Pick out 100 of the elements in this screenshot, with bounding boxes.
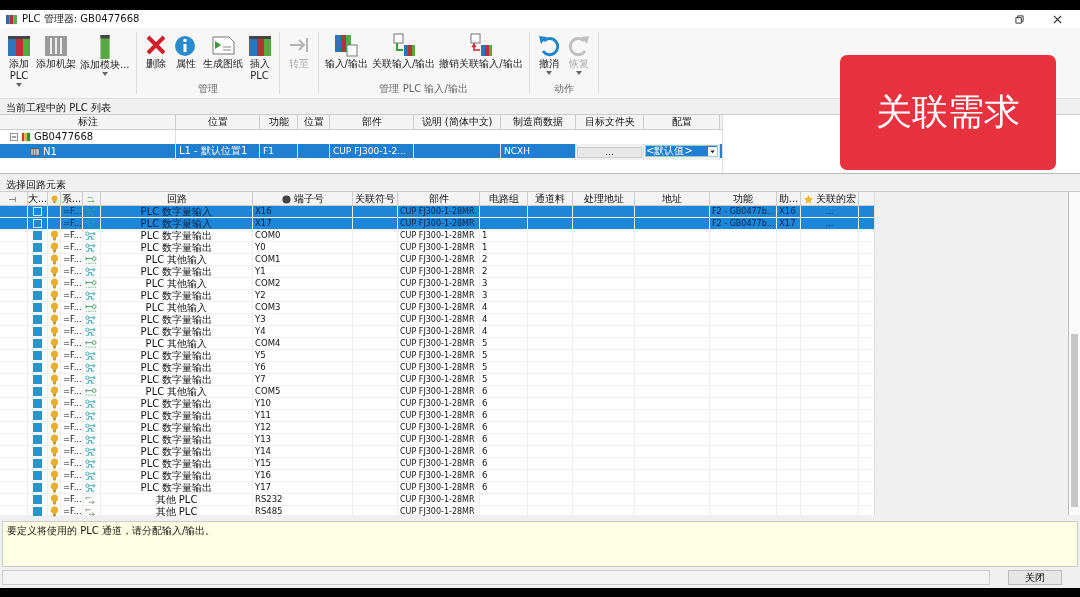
ribbon-button[interactable]: 关联输入/输出	[369, 28, 438, 70]
ribbon-button[interactable]: 插入 PLC	[244, 28, 275, 82]
scrollbar[interactable]	[1068, 192, 1080, 515]
table-cell: 2	[480, 266, 528, 277]
config-dropdown[interactable]: <默认值>	[645, 145, 718, 157]
table-row[interactable]: =F... PLC 数字量输出 COM0 CUP FJ300-1-28MR 1	[0, 230, 874, 242]
table-row[interactable]: =F... PLC 数字量输出 Y7 CUP FJ300-1-28MR 5	[0, 374, 874, 386]
close-button[interactable]: 关闭	[1008, 570, 1062, 585]
table-row[interactable]: =F... 其他 PLC RS232 CUP FJ300-1-28MR	[0, 494, 874, 506]
table-cell: X16	[777, 206, 801, 217]
column-header[interactable]: 部件	[330, 115, 414, 129]
circuit-icon	[85, 278, 98, 289]
plc-row[interactable]: N1 L1 - 默认位置1 F1 CUP FJ300-1-2... NCXH ... <默认值>	[0, 144, 722, 158]
collapse-icon[interactable]	[10, 133, 18, 141]
table-row[interactable]: =F... PLC 数字量输出 Y16 CUP FJ300-1-28MR 6	[0, 470, 874, 482]
bulb-icon	[49, 290, 59, 301]
star-icon	[803, 194, 813, 204]
table-cell: 3	[480, 278, 528, 289]
bulb-icon	[49, 254, 59, 265]
table-cell: =F...	[61, 314, 83, 325]
checkbox-icon	[33, 255, 42, 264]
table-cell: CUP FJ300-1-28MR	[398, 230, 480, 241]
checkbox-icon	[33, 267, 42, 276]
column-header[interactable]: 位置	[298, 115, 330, 129]
table-cell: Y12	[253, 422, 353, 433]
table-cell: =F...	[61, 338, 83, 349]
ribbon-button[interactable]: 撤销关联输入/输出	[437, 28, 525, 70]
restore-icon[interactable]	[1015, 14, 1024, 24]
checkbox-icon	[33, 423, 42, 432]
column-header[interactable]: 标注	[0, 115, 176, 129]
table-cell: 4	[480, 302, 528, 313]
browse-button[interactable]: ...	[577, 147, 642, 158]
caret-icon[interactable]	[708, 146, 717, 156]
ribbon-button[interactable]: 属性	[170, 28, 201, 82]
table-cell: =F...	[61, 302, 83, 313]
table-cell: Y5	[253, 350, 353, 361]
table-row[interactable]: =F... PLC 数字量输出 Y10 CUP FJ300-1-28MR 6	[0, 398, 874, 410]
close-icon[interactable]	[1053, 14, 1062, 24]
table-cell: 5	[480, 338, 528, 349]
checkbox-icon	[33, 411, 42, 420]
table-cell: F2 - GB0477b...	[710, 218, 777, 229]
table-cell: =F...	[61, 494, 83, 505]
circuit-icon	[85, 410, 98, 421]
table-row[interactable]: =F... PLC 数字量输出 Y1 CUP FJ300-1-28MR 2	[0, 266, 874, 278]
group-label: 管理	[197, 82, 218, 96]
column-header[interactable]: 制造商数据	[501, 115, 576, 129]
table-row[interactable]: =F... PLC 其他输入 COM5 CUP FJ300-1-28MR 6	[0, 386, 874, 398]
table-cell: PLC 数字量输出	[101, 398, 253, 409]
table-row[interactable]: =F... PLC 数字量输出 Y0 CUP FJ300-1-28MR 1	[0, 242, 874, 254]
table-row[interactable]: =F... PLC 数字量输出 Y4 CUP FJ300-1-28MR 4	[0, 326, 874, 338]
checkbox-icon	[33, 375, 42, 384]
checkbox-icon	[33, 243, 42, 252]
table-cell: CUP FJ300-1-28MR	[398, 278, 480, 289]
table-row[interactable]: =F... PLC 数字量输出 Y14 CUP FJ300-1-28MR 6	[0, 446, 874, 458]
table-cell: CUP FJ300-1-28MR	[398, 410, 480, 421]
table-cell: PLC 数字量输出	[101, 230, 253, 241]
table-row[interactable]: =F... PLC 数字量输出 Y3 CUP FJ300-1-28MR 4	[0, 314, 874, 326]
table-row[interactable]: =F... PLC 数字量输出 Y5 CUP FJ300-1-28MR 5	[0, 350, 874, 362]
ribbon-button[interactable]: 添加模块...	[78, 28, 132, 87]
circuit-icon	[85, 506, 98, 517]
table-cell: CUP FJ300-1-28MR	[398, 266, 480, 277]
table-row[interactable]: =F... PLC 数字量输出 Y13 CUP FJ300-1-28MR 6	[0, 434, 874, 446]
table-row[interactable]: =F... PLC 数字量输出 Y11 CUP FJ300-1-28MR 6	[0, 410, 874, 422]
ribbon-button[interactable]: 添加 PLC	[4, 28, 34, 87]
ribbon-button[interactable]: 输入/输出	[322, 28, 370, 70]
table-row[interactable]: =F... PLC 数字量输入 X16 CUP FJ300-1-28MR F2 - GB0477b... X16 ...	[0, 206, 874, 218]
table-cell: Y1	[253, 266, 353, 277]
bulb-icon	[49, 302, 59, 313]
column-header[interactable]: 位置	[176, 115, 260, 129]
table-row[interactable]: =F... PLC 其他输入 COM1 CUP FJ300-1-28MR 2	[0, 254, 874, 266]
checkbox-icon	[33, 471, 42, 480]
table-cell: CUP FJ300-1-28MR	[398, 506, 480, 517]
column-header[interactable]: 配置	[644, 115, 720, 129]
bulb-icon	[49, 482, 59, 493]
circuit-icon	[85, 242, 98, 253]
table-cell: Y17	[253, 482, 353, 493]
table-cell: CUP FJ300-1-28MR	[398, 314, 480, 325]
table-cell: COM4	[253, 338, 353, 349]
table-row[interactable]: =F... PLC 其他输入 COM4 CUP FJ300-1-28MR 5	[0, 338, 874, 350]
table-cell: 1	[480, 230, 528, 241]
column-header[interactable]: 说明 (简体中文)	[414, 115, 501, 129]
ribbon-button[interactable]: 添加机架	[34, 28, 78, 87]
table-row[interactable]: =F... PLC 其他输入 COM2 CUP FJ300-1-28MR 3	[0, 278, 874, 290]
table-row[interactable]: =F... PLC 其他输入 COM3 CUP FJ300-1-28MR 4	[0, 302, 874, 314]
circuit-icon	[85, 374, 98, 385]
table-cell: 1	[480, 242, 528, 253]
ribbon-button[interactable]: 删除	[140, 28, 171, 82]
table-row[interactable]: =F... PLC 数字量输出 Y15 CUP FJ300-1-28MR 6	[0, 458, 874, 470]
table-row[interactable]: =F... PLC 数字量输出 Y17 CUP FJ300-1-28MR 6	[0, 482, 874, 494]
ribbon-button[interactable]: 撤消	[533, 28, 564, 75]
ribbon-button[interactable]: 生成图纸	[200, 28, 245, 82]
table-row[interactable]: =F... PLC 数字量输出 Y12 CUP FJ300-1-28MR 6	[0, 422, 874, 434]
table-row[interactable]: =F... PLC 数字量输出 Y2 CUP FJ300-1-28MR 3	[0, 290, 874, 302]
column-header[interactable]: 功能	[260, 115, 298, 129]
table-row[interactable]: =F... 其他 PLC RS485 CUP FJ300-1-28MR	[0, 506, 874, 518]
table-cell: CUP FJ300-1-28MR	[398, 446, 480, 457]
table-row[interactable]: =F... PLC 数字量输出 Y6 CUP FJ300-1-28MR 5	[0, 362, 874, 374]
tree-item[interactable]: GB0477668	[34, 130, 94, 144]
column-header[interactable]: 目标文件夹	[576, 115, 644, 129]
table-row[interactable]: =F... PLC 数字量输入 X17 CUP FJ300-1-28MR F2 - GB0477b... X17 ...	[0, 218, 874, 230]
